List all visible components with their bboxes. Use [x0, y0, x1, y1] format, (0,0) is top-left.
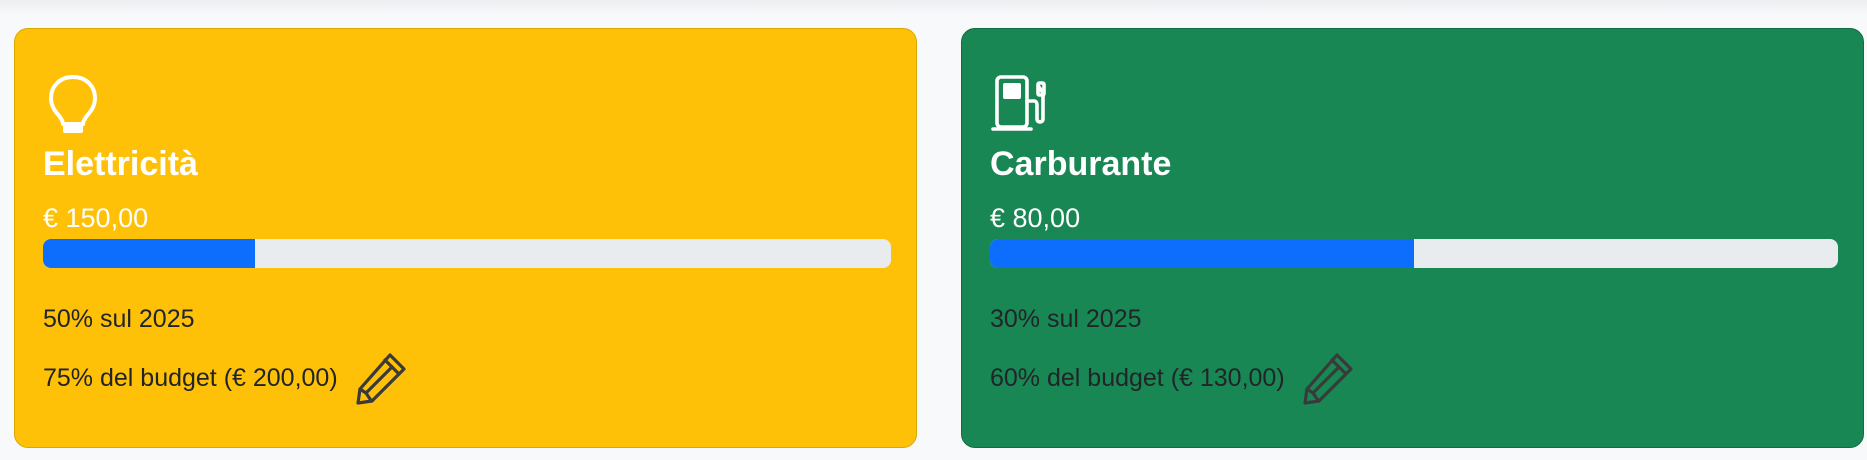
pencil-icon[interactable]	[352, 349, 410, 407]
budget-text: 75% del budget (€ 200,00)	[43, 363, 338, 392]
year-comparison-text: 30% sul 2025	[990, 305, 1142, 333]
top-shadow-strip	[0, 0, 1867, 14]
budget-row: 60% del budget (€ 130,00)	[990, 349, 1357, 407]
lightbulb-icon	[49, 75, 97, 133]
progress-bar-fill	[990, 239, 1414, 268]
card-title: Elettricità	[43, 145, 198, 183]
budget-row: 75% del budget (€ 200,00)	[43, 349, 410, 407]
budget-text: 60% del budget (€ 130,00)	[990, 363, 1285, 392]
card-amount: € 150,00	[43, 203, 149, 233]
progress-bar-fill	[43, 239, 255, 268]
expense-card-fuel: Carburante € 80,00 30% sul 2025 60% del …	[961, 28, 1864, 448]
card-amount: € 80,00	[990, 203, 1081, 233]
progress-bar	[43, 239, 891, 268]
pencil-icon[interactable]	[1299, 349, 1357, 407]
expense-card-electricity: Elettricità € 150,00 50% sul 2025 75% de…	[14, 28, 917, 448]
year-comparison-text: 50% sul 2025	[43, 305, 195, 333]
progress-bar	[990, 239, 1838, 268]
fuel-pump-icon	[991, 75, 1046, 131]
card-title: Carburante	[990, 145, 1172, 183]
